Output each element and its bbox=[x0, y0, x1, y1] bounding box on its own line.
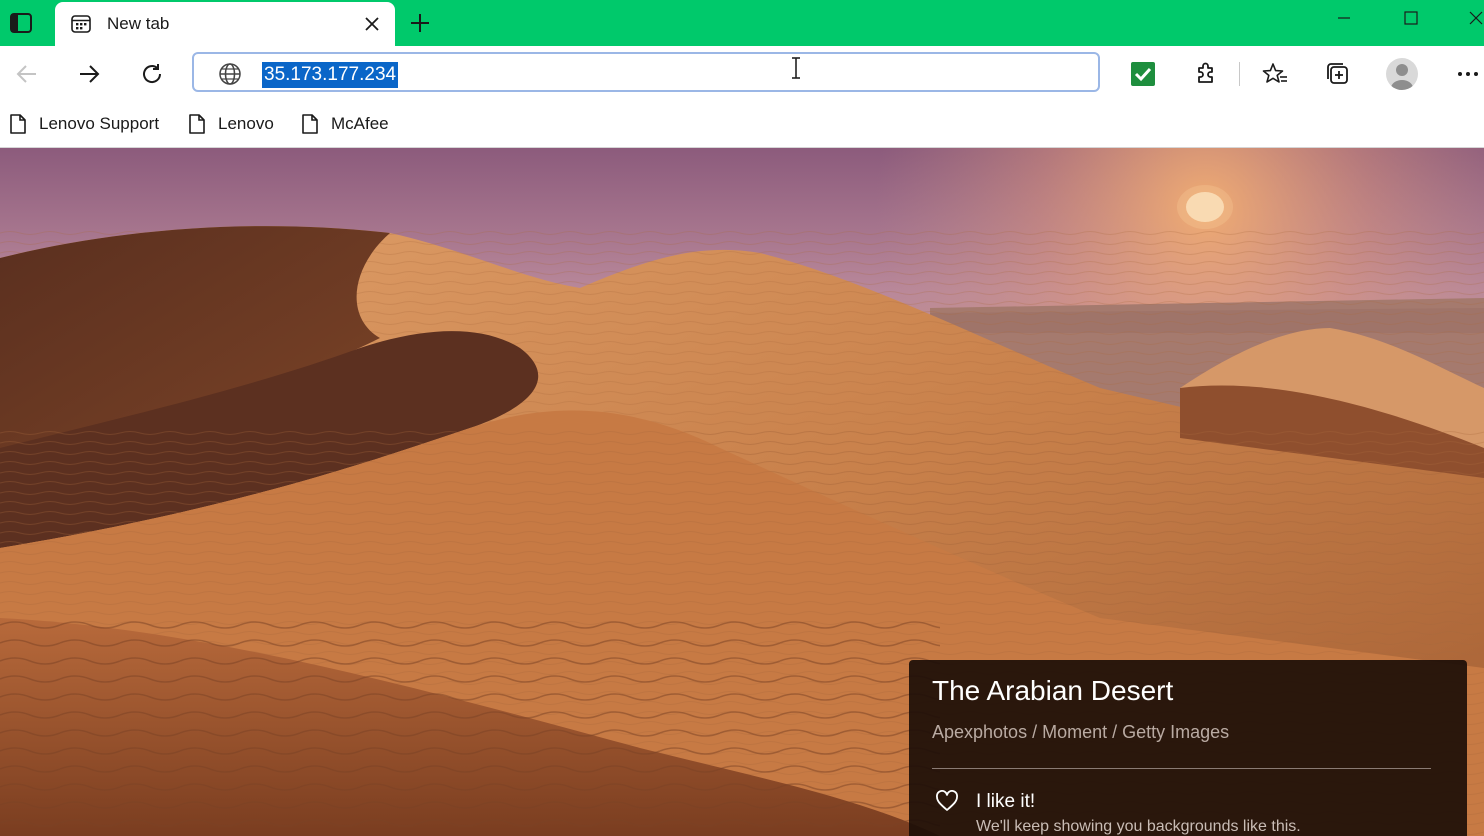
page-icon bbox=[302, 114, 318, 134]
more-options-button[interactable] bbox=[1450, 56, 1484, 92]
favorite-label: Lenovo Support bbox=[39, 114, 160, 133]
maximize-button[interactable] bbox=[1397, 6, 1425, 30]
text-cursor-icon bbox=[792, 57, 800, 79]
collections-button[interactable] bbox=[1320, 56, 1356, 92]
card-divider bbox=[932, 768, 1431, 769]
tab-actions-button[interactable] bbox=[6, 9, 36, 37]
browser-toolbar: 35.173.177.234 bbox=[0, 46, 1484, 102]
page-icon bbox=[189, 114, 205, 134]
heart-icon[interactable] bbox=[935, 790, 959, 812]
close-window-button[interactable] bbox=[1462, 6, 1484, 30]
calendar-grid-icon bbox=[71, 15, 91, 33]
favorite-item-lenovo[interactable]: Lenovo bbox=[188, 110, 274, 138]
profile-button[interactable] bbox=[1384, 56, 1420, 92]
refresh-icon bbox=[143, 64, 162, 83]
tab-new-tab[interactable]: New tab bbox=[55, 2, 395, 46]
close-icon bbox=[1469, 11, 1483, 25]
extensions-button[interactable] bbox=[1188, 56, 1224, 92]
favorites-star-icon bbox=[1262, 63, 1287, 83]
address-text-selected[interactable]: 35.173.177.234 bbox=[262, 62, 399, 88]
toolbar-divider bbox=[1239, 62, 1240, 86]
favorite-label: McAfee bbox=[331, 114, 389, 133]
forward-button[interactable] bbox=[71, 56, 107, 92]
refresh-button[interactable] bbox=[134, 56, 170, 92]
like-subtext: We'll keep showing you backgrounds like … bbox=[976, 818, 1301, 835]
checkmark-extension-icon bbox=[1131, 62, 1155, 86]
forward-icon bbox=[80, 65, 100, 83]
tab-title: New tab bbox=[107, 14, 170, 33]
profile-avatar-icon bbox=[1386, 58, 1418, 90]
plus-icon bbox=[411, 14, 429, 32]
favorites-button[interactable] bbox=[1257, 56, 1293, 92]
background-info-card: The Arabian Desert Apexphotos / Moment /… bbox=[909, 660, 1467, 836]
maximize-icon bbox=[1404, 11, 1418, 25]
extensions-puzzle-icon bbox=[1198, 62, 1213, 83]
new-tab-page: The Arabian Desert Apexphotos / Moment /… bbox=[0, 148, 1484, 836]
close-tab-icon[interactable] bbox=[363, 15, 381, 33]
like-button-label[interactable]: I like it! bbox=[976, 791, 1035, 813]
photo-credit[interactable]: Apexphotos / Moment / Getty Images bbox=[932, 722, 1229, 743]
check-extension-button[interactable] bbox=[1125, 56, 1161, 92]
favorite-label: Lenovo bbox=[218, 114, 274, 133]
title-bar: New tab bbox=[0, 0, 1484, 46]
background-title: The Arabian Desert bbox=[932, 675, 1174, 706]
favorite-item-mcafee[interactable]: McAfee bbox=[301, 110, 389, 138]
minimize-icon bbox=[1338, 17, 1350, 19]
page-icon bbox=[10, 114, 26, 134]
back-icon bbox=[16, 65, 36, 83]
more-options-icon bbox=[1458, 72, 1478, 76]
collections-icon bbox=[1327, 63, 1348, 84]
back-button[interactable] bbox=[9, 56, 45, 92]
globe-icon bbox=[219, 63, 241, 85]
tab-actions-icon bbox=[10, 13, 32, 33]
favorite-item-lenovo-support[interactable]: Lenovo Support bbox=[9, 110, 159, 138]
favorites-bar: Lenovo Support Lenovo McAfee bbox=[0, 102, 1484, 148]
address-bar[interactable]: 35.173.177.234 bbox=[192, 52, 1100, 92]
new-tab-button[interactable] bbox=[404, 8, 436, 38]
minimize-button[interactable] bbox=[1330, 6, 1358, 30]
